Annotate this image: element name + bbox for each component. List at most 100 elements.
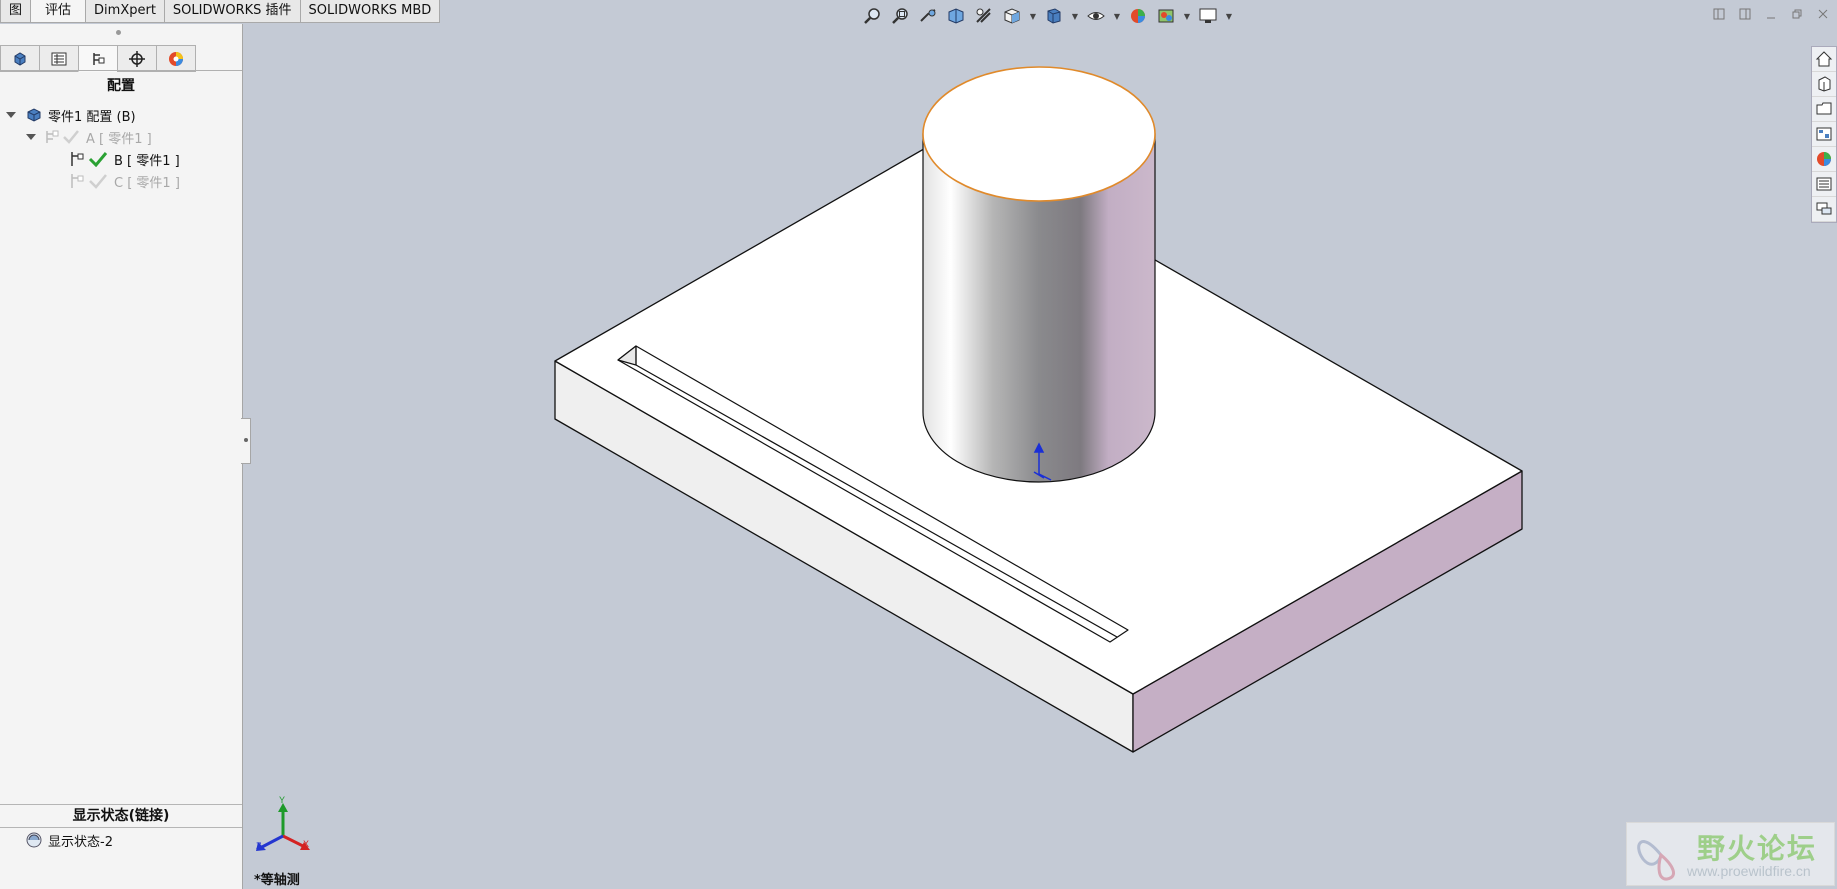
minimize-button[interactable] <box>1763 6 1779 22</box>
view-orientation-dropdown[interactable]: ▼ <box>1028 12 1038 21</box>
zoom-to-area-icon <box>892 8 908 24</box>
manager-tabs <box>0 45 196 72</box>
task-pane-tabs <box>1811 46 1837 223</box>
zoom-to-fit-icon <box>864 8 880 24</box>
watermark-title: 野火论坛 <box>1697 832 1818 865</box>
section-view-icon <box>948 8 964 24</box>
previous-view-icon <box>920 9 936 22</box>
dimxpert-manager-tab[interactable] <box>117 45 156 72</box>
display-style-dropdown[interactable]: ▼ <box>1070 12 1080 21</box>
triad-z-label: Z <box>256 841 262 851</box>
appearances-tab[interactable] <box>1812 147 1836 172</box>
view-settings-dropdown[interactable]: ▼ <box>1224 12 1234 21</box>
panel-grip[interactable] <box>116 30 121 35</box>
edit-appearance-button[interactable] <box>1126 5 1150 27</box>
restore-button[interactable] <box>1789 6 1805 22</box>
solidworks-resources-icon <box>1815 51 1833 67</box>
dynamic-annotation-icon <box>976 8 991 23</box>
hide-show-items-icon <box>1087 12 1105 20</box>
solidworks-resources-tab[interactable] <box>1812 47 1836 72</box>
config-row-a[interactable]: A [ 零件1 ] <box>26 127 152 147</box>
display-manager-tab[interactable] <box>156 45 196 72</box>
tile-right-icon <box>1739 8 1751 20</box>
custom-properties-icon <box>1816 177 1832 191</box>
config-row-c[interactable]: C [ 零件1 ] <box>68 171 180 191</box>
triad-y-label: Y <box>279 795 285 805</box>
section-view-button[interactable] <box>944 5 968 27</box>
property-manager-icon <box>51 52 67 65</box>
display-state-label: 显示状态-2 <box>48 834 113 850</box>
tree-root-label: 零件1 配置 (B) <box>48 109 136 125</box>
close-button[interactable] <box>1815 6 1831 22</box>
display-style-button[interactable] <box>1042 5 1066 27</box>
config-label-c: C [ 零件1 ] <box>114 175 180 191</box>
tab-evaluate[interactable]: 评估 <box>30 0 86 23</box>
command-manager-tabs: 图 评估 DimXpert SOLIDWORKS 插件 SOLIDWORKS M… <box>0 0 441 24</box>
tab-dimxpert[interactable]: DimXpert <box>85 0 164 23</box>
zoom-to-area-button[interactable] <box>888 5 912 27</box>
config-label-a: A [ 零件1 ] <box>86 131 152 147</box>
tile-right-button[interactable] <box>1737 6 1753 22</box>
expand-config-a-toggle[interactable] <box>26 134 36 140</box>
inactive-check-icon <box>63 130 79 144</box>
design-library-tab[interactable] <box>1812 72 1836 97</box>
property-manager-tab[interactable] <box>39 45 78 72</box>
watermark: 野火论坛 www.proewildfire.cn <box>1626 822 1835 886</box>
display-state-header: 显示状态(链接) <box>0 804 242 828</box>
dimxpert-manager-icon <box>129 50 145 67</box>
display-state-icon <box>26 832 42 848</box>
tab-view[interactable]: 图 <box>0 0 31 23</box>
config-label-b: B [ 零件1 ] <box>114 153 180 169</box>
display-style-icon <box>1047 8 1061 24</box>
apply-scene-dropdown[interactable]: ▼ <box>1182 12 1192 21</box>
configuration-manager-tab[interactable] <box>78 45 117 72</box>
config-tree-icon <box>46 130 59 143</box>
panel-title: 配置 <box>107 78 135 94</box>
display-manager-icon <box>169 51 183 66</box>
tile-left-button[interactable] <box>1711 6 1727 22</box>
appearances-icon <box>1817 152 1831 166</box>
feature-manager-icon <box>14 51 26 66</box>
tree-root-row[interactable]: 零件1 配置 (B) <box>6 105 136 125</box>
file-explorer-tab[interactable] <box>1812 97 1836 122</box>
view-settings-icon <box>1199 8 1217 23</box>
tab-solidworks-addins[interactable]: SOLIDWORKS 插件 <box>163 0 300 23</box>
edit-appearance-icon <box>1131 9 1145 23</box>
config-row-b[interactable]: B [ 零件1 ] <box>68 149 180 169</box>
restore-icon <box>1792 9 1802 19</box>
expand-root-toggle[interactable] <box>6 112 16 118</box>
reference-triad: Y X Z <box>256 795 310 851</box>
design-library-icon <box>1818 76 1831 92</box>
config-branch-icon <box>71 152 84 166</box>
zoom-to-fit-button[interactable] <box>860 5 884 27</box>
cylinder-boss[interactable] <box>922 66 1156 483</box>
previous-view-button[interactable] <box>916 5 940 27</box>
custom-properties-tab[interactable] <box>1812 172 1836 197</box>
part-config-icon <box>27 108 41 122</box>
apply-scene-icon <box>1158 9 1174 23</box>
forum-icon <box>1816 202 1832 215</box>
config-branch-icon <box>71 174 84 188</box>
file-explorer-icon <box>1816 102 1832 115</box>
view-orientation-button[interactable] <box>1000 5 1024 27</box>
graphics-area[interactable]: Y X Z <box>0 0 1837 889</box>
cylinder-top-face <box>922 66 1156 202</box>
display-state-row[interactable]: 显示状态-2 <box>24 830 113 850</box>
hide-show-items-button[interactable] <box>1084 5 1108 27</box>
panel-splitter[interactable] <box>241 418 251 464</box>
window-controls <box>1711 6 1831 22</box>
configuration-manager-icon <box>93 52 105 65</box>
configuration-manager-panel: 配置 零件1 配置 (B) A [ 零件1 ] B [ 零件1 ] C [ 零件… <box>0 24 243 889</box>
dynamic-annotation-button[interactable] <box>972 5 996 27</box>
view-settings-button[interactable] <box>1196 5 1220 27</box>
apply-scene-button[interactable] <box>1154 5 1178 27</box>
view-orientation-label: *等轴测 <box>254 873 300 888</box>
view-palette-tab[interactable] <box>1812 122 1836 147</box>
hide-show-dropdown[interactable]: ▼ <box>1112 12 1122 21</box>
feature-manager-tab[interactable] <box>0 45 39 72</box>
inactive-check-icon <box>89 174 107 189</box>
active-check-icon <box>88 152 108 167</box>
tab-solidworks-mbd[interactable]: SOLIDWORKS MBD <box>299 0 441 23</box>
close-icon <box>1818 9 1828 19</box>
forum-tab[interactable] <box>1812 197 1836 222</box>
